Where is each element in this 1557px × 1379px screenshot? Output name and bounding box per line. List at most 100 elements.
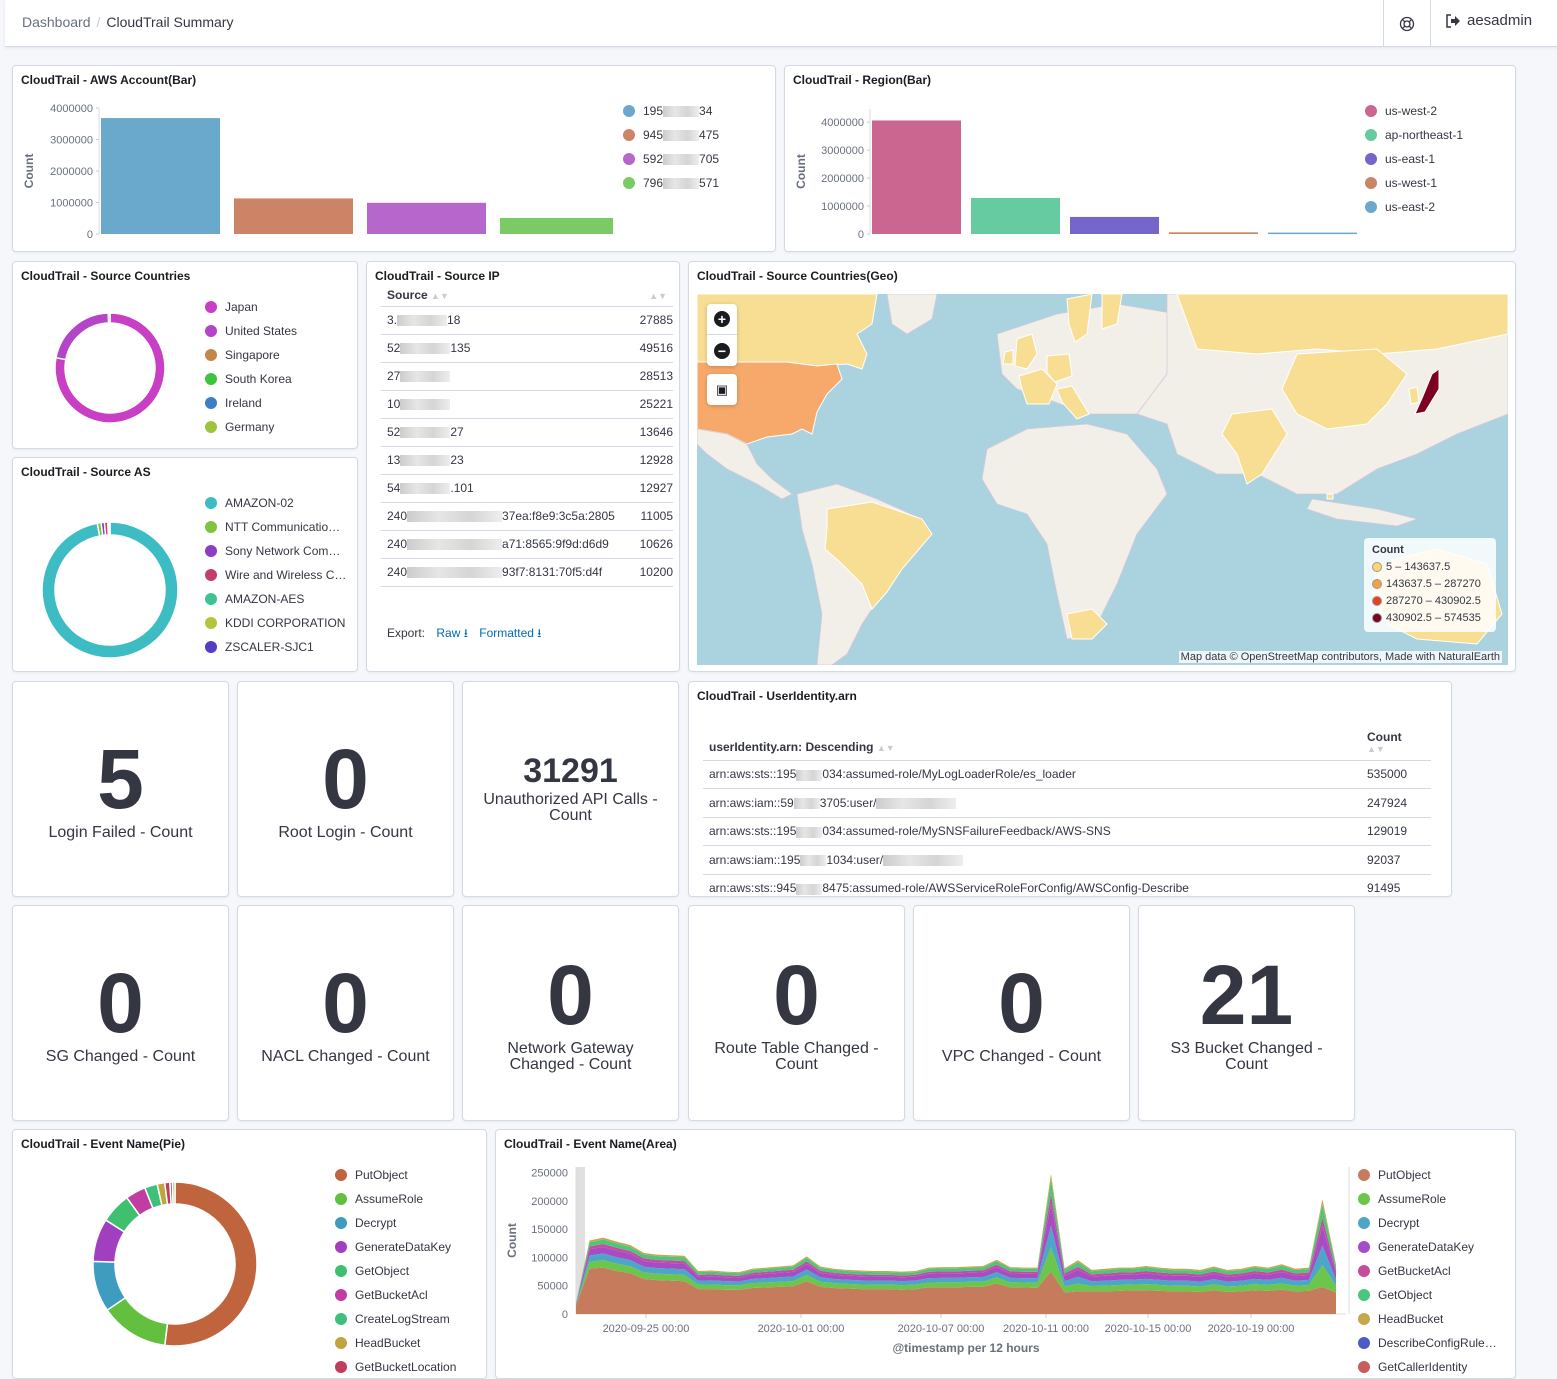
bar[interactable]	[971, 198, 1060, 234]
help-button[interactable]	[1383, 0, 1431, 47]
legend-color-dot	[1358, 1337, 1370, 1349]
legend-item[interactable]: us-west-1	[1365, 171, 1463, 195]
legend-label: CreateLogStream	[355, 1312, 450, 1326]
legend-item[interactable]: AssumeRole	[1358, 1187, 1497, 1211]
legend-item[interactable]: 19534	[623, 99, 719, 123]
legend-item[interactable]: United States	[205, 319, 297, 343]
pie-slice[interactable]	[42, 522, 178, 658]
legend-color-dot	[335, 1241, 347, 1253]
table-row[interactable]: arn:aws:sts::9458475:assumed-role/AWSSer…	[703, 874, 1431, 897]
chart-legend: PutObjectAssumeRoleDecryptGenerateDataKe…	[1358, 1163, 1497, 1379]
bar[interactable]	[500, 218, 613, 234]
legend-item[interactable]: us-west-2	[1365, 99, 1463, 123]
legend-item[interactable]: GetBucketAcl	[1358, 1259, 1497, 1283]
legend-item[interactable]: Japan	[205, 295, 297, 319]
legend-item[interactable]: Decrypt	[1358, 1211, 1497, 1235]
legend-item[interactable]: GetObject	[335, 1259, 456, 1283]
legend-item[interactable]: Germany	[205, 415, 297, 439]
y-tick-label: 1000000	[50, 198, 93, 210]
map-region-africa	[982, 424, 1167, 639]
sort-icon[interactable]: ▲▼	[431, 291, 449, 301]
legend-item[interactable]: NTT Communicatio…	[205, 515, 346, 539]
table-row[interactable]: 24093f7:8131:70f5:d4f10200	[381, 558, 673, 586]
map-canvas[interactable]: + − ▣ Count 5 – 143637.5143637.5 – 28727…	[697, 294, 1508, 665]
table-row[interactable]: arn:aws:sts::195034:assumed-role/MyLogLo…	[703, 760, 1431, 789]
legend-item[interactable]: KDDI CORPORATION	[205, 611, 346, 635]
legend-item[interactable]: HeadBucket	[335, 1331, 456, 1355]
legend-color-dot	[1358, 1361, 1370, 1373]
legend-item[interactable]: 796571	[623, 171, 719, 195]
table-row[interactable]: arn:aws:iam::1951034:user/92037	[703, 846, 1431, 875]
pie-slice[interactable]	[107, 1298, 167, 1346]
sort-icon[interactable]: ▲▼	[1367, 744, 1425, 754]
column-header-count[interactable]: Count▲▼	[1361, 722, 1431, 760]
column-header-source[interactable]: Source ▲▼	[381, 284, 632, 306]
legend-item[interactable]: CreateLogStream	[335, 1307, 456, 1331]
bar[interactable]	[234, 198, 353, 234]
legend-item[interactable]: 945475	[623, 123, 719, 147]
bar[interactable]	[872, 120, 961, 234]
legend-item[interactable]: South Korea	[205, 367, 297, 391]
legend-item[interactable]: us-east-2	[1365, 195, 1463, 219]
table-row[interactable]: 54.10112927	[381, 474, 673, 502]
legend-item[interactable]: HeadBucket	[1358, 1307, 1497, 1331]
legend-item[interactable]: AMAZON-AES	[205, 587, 346, 611]
legend-item[interactable]: GenerateDataKey	[1358, 1235, 1497, 1259]
legend-item[interactable]: GetBucketLocation	[335, 1355, 456, 1379]
legend-item[interactable]: GenerateDataKey	[335, 1235, 456, 1259]
legend-item[interactable]: GetCallerIdentity	[1358, 1355, 1497, 1379]
legend-item[interactable]: PutObject	[1358, 1163, 1497, 1187]
column-header-arn[interactable]: userIdentity.arn: Descending ▲▼	[703, 722, 1361, 760]
sort-icon[interactable]: ▲▼	[649, 291, 667, 301]
zoom-in-button[interactable]: +	[707, 304, 737, 335]
legend-item[interactable]: GetBucketAcl	[335, 1283, 456, 1307]
legend-item[interactable]: Ireland	[205, 391, 297, 415]
legend-item[interactable]: DescribeConfigRule…	[1358, 1331, 1497, 1355]
legend-item[interactable]: ap-northeast-1	[1365, 123, 1463, 147]
legend-item[interactable]: PutObject	[335, 1163, 456, 1187]
event-name-donut	[13, 1130, 333, 1370]
breadcrumb-dashboard[interactable]: Dashboard	[22, 14, 91, 30]
table-row[interactable]: 5213549516	[381, 334, 673, 362]
bar[interactable]	[1268, 233, 1357, 235]
user-menu-button[interactable]: aesadmin	[1445, 12, 1532, 29]
export-raw-link[interactable]: Raw ⭳	[436, 626, 468, 640]
legend-item[interactable]: 592705	[623, 147, 719, 171]
map-country-russia	[1177, 294, 1508, 354]
legend-item[interactable]: Decrypt	[335, 1211, 456, 1235]
table-row[interactable]: 132312928	[381, 446, 673, 474]
redacted	[796, 827, 822, 838]
legend-item[interactable]: AssumeRole	[335, 1187, 456, 1211]
legend-item[interactable]: ZSCALER-SJC1	[205, 635, 346, 659]
table-row[interactable]: arn:aws:iam::593705:user/247924	[703, 789, 1431, 818]
panel-region: CloudTrail - Region(Bar) 010000002000000…	[784, 65, 1516, 252]
legend-item[interactable]: Singapore	[205, 343, 297, 367]
legend-item[interactable]: GetObject	[1358, 1283, 1497, 1307]
legend-color-dot	[1358, 1265, 1370, 1277]
legend-item[interactable]: us-east-1	[1365, 147, 1463, 171]
legend-item[interactable]: Sony Network Com…	[205, 539, 346, 563]
bar[interactable]	[1070, 217, 1159, 234]
table-row[interactable]: 2728513	[381, 362, 673, 390]
sort-icon[interactable]: ▲▼	[877, 743, 895, 753]
bar[interactable]	[367, 203, 486, 234]
pie-slice[interactable]	[172, 1182, 175, 1204]
table-row[interactable]: 240a71:8565:9f9d:d6d910626	[381, 530, 673, 558]
fit-bounds-button[interactable]: ▣	[707, 374, 737, 405]
pie-slice[interactable]	[56, 313, 109, 360]
export-formatted-link[interactable]: Formatted ⭳	[479, 626, 541, 640]
redacted	[407, 567, 502, 578]
pie-slice[interactable]	[165, 1182, 257, 1346]
table-row[interactable]: 3.1827885	[381, 306, 673, 334]
bar[interactable]	[101, 118, 220, 234]
legend-item[interactable]: AMAZON-02	[205, 491, 346, 515]
table-row[interactable]: 1025221	[381, 390, 673, 418]
zoom-out-button[interactable]: −	[707, 335, 737, 366]
map-legend-item: 5 – 143637.5	[1372, 558, 1488, 575]
bar[interactable]	[1169, 232, 1258, 234]
table-row[interactable]: arn:aws:sts::195034:assumed-role/MySNSFa…	[703, 817, 1431, 846]
table-row[interactable]: 522713646	[381, 418, 673, 446]
column-header-count[interactable]: ▲▼	[632, 284, 673, 306]
legend-item[interactable]: Wire and Wireless C…	[205, 563, 346, 587]
table-row[interactable]: 24037ea:f8e9:3c5a:280511005	[381, 502, 673, 530]
